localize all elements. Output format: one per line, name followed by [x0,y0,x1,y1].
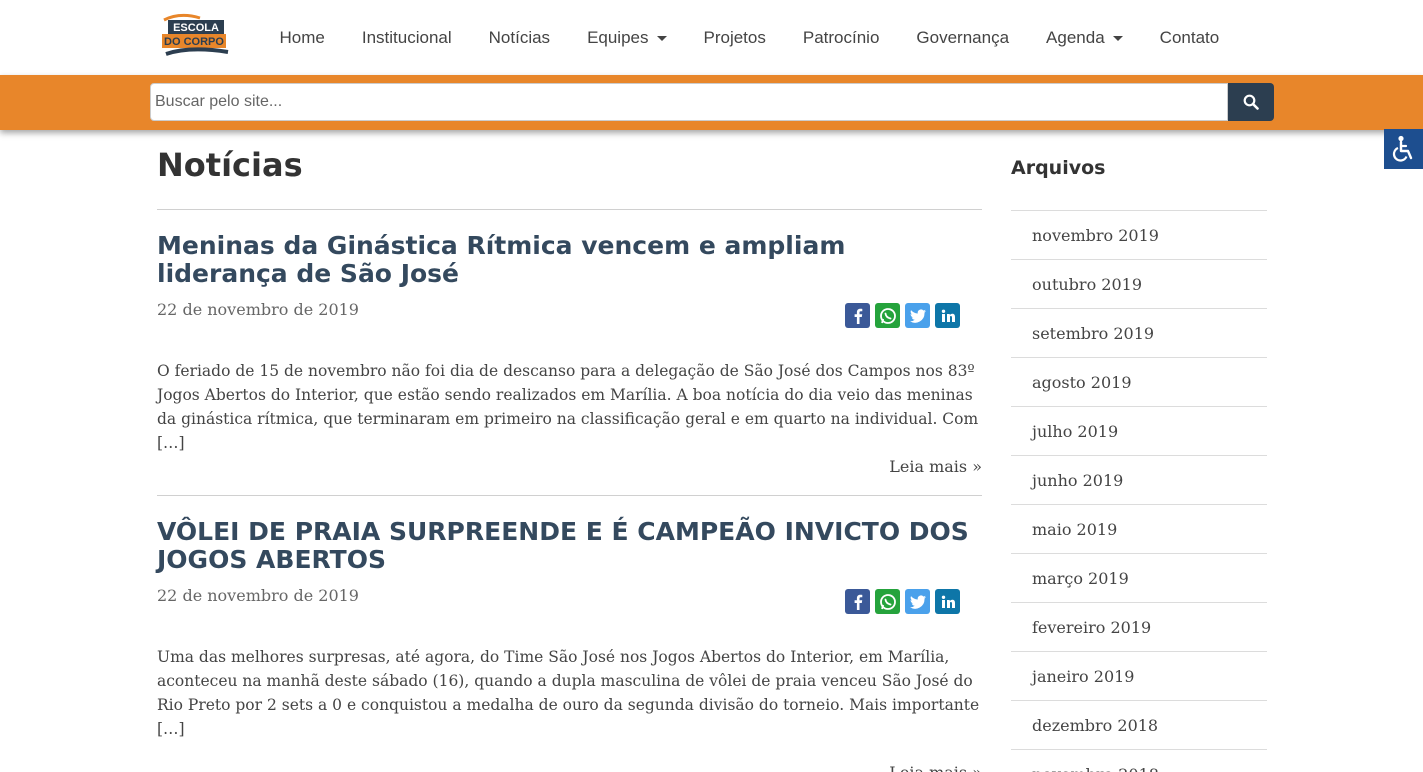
twitter-icon[interactable] [905,303,930,328]
read-more-link[interactable]: Leia mais » [889,457,982,476]
archive-link[interactable]: fevereiro 2019 [1011,602,1267,651]
nav-projetos[interactable]: Projetos [685,28,784,48]
nav-home[interactable]: Home [261,28,343,48]
post-excerpt: O feriado de 15 de novembro não foi dia … [157,362,979,452]
nav-governanca[interactable]: Governança [898,28,1028,48]
nav-patrocinio[interactable]: Patrocínio [784,28,898,48]
read-more-link[interactable]: Leia mais » [889,763,982,772]
whatsapp-icon[interactable] [875,589,900,614]
top-navbar: ESCOLA DO CORPO Home Institucional Notíc… [0,0,1423,75]
archive-link[interactable]: setembro 2019 [1011,308,1267,357]
nav-equipes-dropdown[interactable]: Equipes [569,28,685,48]
archive-link[interactable]: novembro 2018 [1011,749,1267,772]
search-input[interactable] [150,83,1228,121]
facebook-icon[interactable] [845,303,870,328]
post-title-link[interactable]: Meninas da Ginástica Rítmica vencem e am… [157,232,982,288]
caret-down-icon [1112,35,1123,41]
nav-institucional[interactable]: Institucional [343,28,470,48]
archive-link[interactable]: outubro 2019 [1011,259,1267,308]
post-excerpt: Uma das melhores surpresas, até agora, d… [157,648,980,738]
search-button[interactable] [1228,83,1274,121]
divider [157,495,982,496]
linkedin-icon[interactable] [935,303,960,328]
archive-link[interactable]: dezembro 2018 [1011,700,1267,749]
accessibility-button[interactable] [1384,129,1423,169]
whatsapp-icon[interactable] [875,303,900,328]
search-icon [1243,94,1259,110]
site-logo[interactable]: ESCOLA DO CORPO [160,10,232,58]
nav-noticias[interactable]: Notícias [470,28,568,48]
nav-contato[interactable]: Contato [1141,28,1238,48]
post-card: Meninas da Ginástica Rítmica vencem e am… [157,232,982,494]
archive-list: novembro 2019 outubro 2019 setembro 2019… [1011,210,1267,772]
nav-agenda-dropdown[interactable]: Agenda [1028,28,1142,48]
post-date: 22 de novembro de 2019 [157,586,359,605]
page-title: Notícias [157,146,303,184]
divider [157,209,982,210]
share-buttons [845,589,960,614]
archive-link[interactable]: julho 2019 [1011,406,1267,455]
post-card: VÔLEI DE PRAIA SURPREENDE E É CAMPEÃO IN… [157,518,982,772]
svg-text:DO CORPO: DO CORPO [164,36,224,48]
sidebar-title: Arquivos [1011,157,1106,179]
twitter-icon[interactable] [905,589,930,614]
archive-link[interactable]: março 2019 [1011,553,1267,602]
wheelchair-icon [1392,135,1412,162]
caret-down-icon [656,35,667,41]
search-bar [0,75,1423,130]
archive-link[interactable]: novembro 2019 [1011,210,1267,259]
archive-link[interactable]: maio 2019 [1011,504,1267,553]
linkedin-icon[interactable] [935,589,960,614]
svg-text:ESCOLA: ESCOLA [173,22,219,34]
facebook-icon[interactable] [845,589,870,614]
archive-link[interactable]: agosto 2019 [1011,357,1267,406]
post-date: 22 de novembro de 2019 [157,300,359,319]
archive-link[interactable]: junho 2019 [1011,455,1267,504]
main-menu: Home Institucional Notícias Equipes Proj… [261,0,1238,75]
post-title-link[interactable]: VÔLEI DE PRAIA SURPREENDE E É CAMPEÃO IN… [157,518,982,574]
archive-link[interactable]: janeiro 2019 [1011,651,1267,700]
share-buttons [845,303,960,328]
